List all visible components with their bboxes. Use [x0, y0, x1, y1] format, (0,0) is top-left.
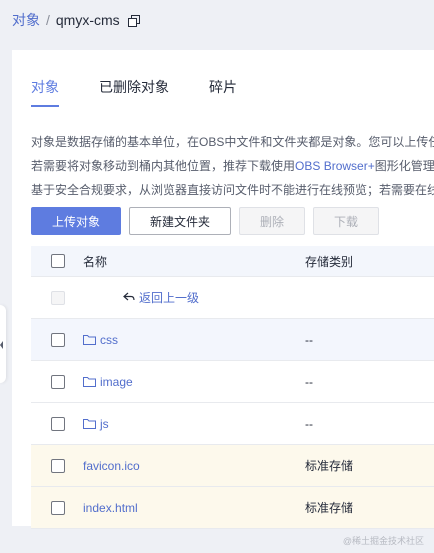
description-line-2: 若需要将对象移动到桶内其他位置，推荐下载使用OBS Browser+图形化管理 — [31, 154, 434, 178]
object-name: js — [83, 417, 109, 431]
folder-link-css[interactable]: css — [100, 333, 118, 347]
table-row: image -- — [31, 361, 434, 403]
select-all-checkbox[interactable] — [51, 254, 65, 268]
breadcrumb-current: qmyx-cms — [55, 12, 120, 28]
obs-browser-link[interactable]: OBS Browser+ — [295, 159, 375, 173]
row-checkbox — [51, 290, 65, 305]
file-link-index[interactable]: index.html — [83, 501, 138, 515]
back-label: 返回上一级 — [139, 291, 200, 305]
back-row: 返回上一级 — [31, 277, 434, 319]
storage-class: -- — [305, 416, 313, 431]
object-name: index.html — [83, 501, 138, 515]
back-link[interactable]: 返回上一级 — [123, 289, 199, 306]
copy-icon[interactable] — [127, 14, 140, 27]
file-link-favicon[interactable]: favicon.ico — [83, 459, 140, 473]
new-folder-button[interactable]: 新建文件夹 — [129, 207, 231, 235]
row-checkbox[interactable] — [51, 500, 65, 515]
download-button[interactable]: 下载 — [313, 207, 379, 235]
folder-link-js[interactable]: js — [100, 417, 109, 431]
tab-bar: 对象 已删除对象 碎片 — [31, 77, 277, 107]
column-header-name: 名称 — [83, 254, 108, 269]
objects-panel: 对象 已删除对象 碎片 对象是数据存储的基本单位，在OBS中文件和文件夹都是对象… — [12, 50, 434, 529]
folder-icon — [83, 376, 96, 387]
delete-button[interactable]: 删除 — [239, 207, 305, 235]
tab-deleted-objects[interactable]: 已删除对象 — [99, 77, 169, 107]
object-name: image — [83, 375, 133, 389]
object-name: favicon.ico — [83, 459, 140, 473]
row-checkbox[interactable] — [51, 332, 65, 347]
folder-link-image[interactable]: image — [100, 375, 133, 389]
description: 对象是数据存储的基本单位，在OBS中文件和文件夹都是对象。您可以上传任 若需要将… — [31, 130, 434, 202]
folder-icon — [83, 418, 96, 429]
breadcrumb-separator: / — [46, 12, 50, 28]
row-checkbox[interactable] — [51, 458, 65, 473]
tab-fragments[interactable]: 碎片 — [209, 77, 237, 107]
collapse-arrow-icon — [0, 341, 3, 349]
description-line-2-suffix: 图形化管理 — [374, 159, 434, 173]
column-header-storage: 存储类别 — [305, 254, 354, 269]
table-row: favicon.ico 标准存储 — [31, 445, 434, 487]
breadcrumb: 对象 / qmyx-cms — [12, 10, 140, 30]
storage-class: -- — [305, 374, 313, 389]
table-header: 名称 存储类别 — [31, 246, 434, 277]
page: 对象 / qmyx-cms 对象 已删除对象 碎片 对象是数据存储的基本单位，在… — [0, 0, 434, 553]
description-line-2-text: 若需要将对象移动到桶内其他位置，推荐下载使用 — [31, 159, 296, 173]
folder-icon — [83, 334, 96, 345]
table-row: js -- — [31, 403, 434, 445]
storage-class: 标准存储 — [305, 501, 354, 515]
table-row: index.html 标准存储 — [31, 487, 434, 529]
toolbar: 上传对象 新建文件夹 删除 下载 — [31, 207, 379, 235]
row-checkbox[interactable] — [51, 374, 65, 389]
object-name: css — [83, 333, 118, 347]
table-row: css -- — [31, 319, 434, 361]
storage-class: -- — [305, 332, 313, 347]
tab-objects[interactable]: 对象 — [31, 77, 59, 107]
back-arrow-icon — [123, 291, 135, 305]
breadcrumb-root-link[interactable]: 对象 — [12, 10, 40, 30]
watermark: @稀土掘金技术社区 — [342, 536, 424, 546]
row-checkbox[interactable] — [51, 416, 65, 431]
sidebar-collapse-handle[interactable] — [0, 305, 6, 383]
description-line-1: 对象是数据存储的基本单位，在OBS中文件和文件夹都是对象。您可以上传任 — [31, 135, 434, 149]
description-line-3: 基于安全合规要求，从浏览器直接访问文件时不能进行在线预览；若需要在线 — [31, 183, 434, 197]
upload-object-button[interactable]: 上传对象 — [31, 207, 121, 235]
storage-class: 标准存储 — [305, 459, 354, 473]
objects-table: 名称 存储类别 返回上一级 css -- image -- js -- favi… — [31, 246, 434, 529]
